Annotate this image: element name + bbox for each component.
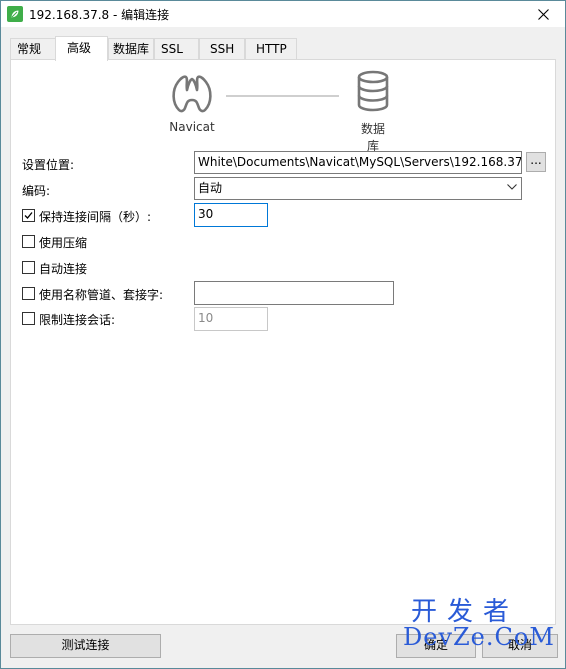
- limit-sessions-input[interactable]: 10: [194, 307, 268, 331]
- title-bar[interactable]: 192.168.37.8 - 编辑连接: [1, 1, 565, 27]
- tab-general[interactable]: 常规: [10, 38, 56, 59]
- encoding-value: 自动: [198, 181, 223, 195]
- tab-advanced[interactable]: 高级: [55, 36, 108, 61]
- keepalive-checkbox[interactable]: [22, 209, 35, 222]
- navicat-leaf-icon: [7, 6, 23, 22]
- auto-connect-checkbox[interactable]: [22, 261, 35, 274]
- navicat-logo-icon: [172, 75, 212, 113]
- window-title: 192.168.37.8 - 编辑连接: [29, 8, 170, 22]
- test-connection-button[interactable]: 测试连接: [10, 634, 161, 658]
- close-icon: [537, 8, 549, 20]
- named-pipe-label: 使用名称管道、套接字:: [39, 288, 164, 302]
- close-button[interactable]: [521, 1, 565, 27]
- limit-sessions-label: 限制连接会话:: [39, 313, 116, 327]
- compression-checkbox[interactable]: [22, 235, 35, 248]
- watermark: 开发者 DevZe.CoM: [403, 599, 563, 649]
- database-label: 数据库: [360, 122, 385, 153]
- chevron-down-icon: [507, 184, 517, 190]
- keepalive-label: 保持连接间隔（秒）:: [39, 210, 152, 224]
- named-pipe-input[interactable]: [194, 281, 394, 305]
- tab-http[interactable]: HTTP: [245, 38, 297, 59]
- named-pipe-checkbox[interactable]: [22, 287, 35, 300]
- browse-button[interactable]: ...: [526, 152, 546, 172]
- settings-location-label: 设置位置:: [22, 158, 75, 172]
- keepalive-interval-input[interactable]: 30: [194, 203, 268, 227]
- navicat-label: Navicat: [169, 120, 215, 134]
- tab-databases[interactable]: 数据库: [108, 38, 154, 59]
- tab-ssh[interactable]: SSH: [199, 38, 245, 59]
- watermark-line-1: 开发者: [411, 597, 520, 627]
- settings-location-field[interactable]: White\Documents\Navicat\MySQL\Servers\19…: [194, 151, 522, 174]
- database-icon: [357, 70, 389, 112]
- connection-line: [226, 95, 339, 97]
- edit-connection-window: 192.168.37.8 - 编辑连接 常规 高级 数据库 SSL SSH HT…: [0, 0, 566, 669]
- tab-ssl[interactable]: SSL: [154, 38, 199, 59]
- encoding-label: 编码:: [22, 184, 51, 198]
- checkmark-icon: [24, 212, 33, 219]
- watermark-line-2: DevZe.CoM: [403, 623, 555, 651]
- advanced-panel: Navicat 数据库 设置位置: White\Documents\Navica…: [10, 59, 556, 625]
- auto-connect-label: 自动连接: [39, 262, 88, 276]
- encoding-select[interactable]: 自动: [194, 177, 522, 200]
- compression-label: 使用压缩: [39, 236, 88, 250]
- limit-sessions-checkbox[interactable]: [22, 312, 35, 325]
